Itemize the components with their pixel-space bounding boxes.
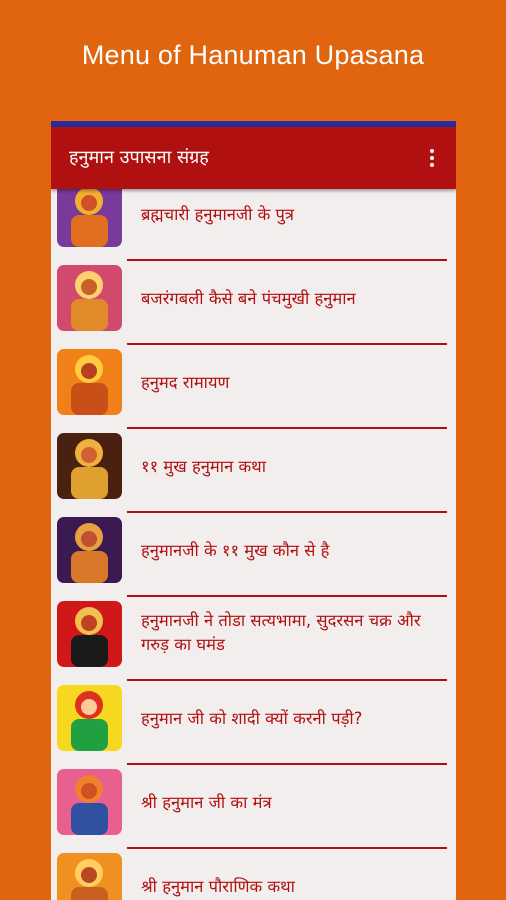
hanuman-image-icon: [57, 853, 122, 900]
list-item-label: ब्रह्मचारी हनुमानजी के पुत्र: [141, 205, 295, 224]
list-item-label: हनुमान जी को शादी क्यों करनी पड़ी?: [141, 709, 363, 728]
promo-title: Menu of Hanuman Upasana: [81, 40, 425, 70]
list-item-label: हनुमानजी के ११ मुख कौन से है: [141, 541, 330, 560]
toolbar-title: हनुमान उपासना संग्रह: [69, 147, 209, 168]
hanuman-image-icon: [57, 517, 122, 583]
app-toolbar: हनुमान उपासना संग्रह: [51, 127, 456, 189]
hanuman-image-icon: [57, 265, 122, 331]
list-item[interactable]: ब्रह्मचारी हनुमानजी के पुत्र: [51, 177, 456, 261]
hanuman-image-icon: [57, 769, 122, 835]
list-item[interactable]: हनुमानजी के ११ मुख कौन से है: [51, 513, 456, 597]
more-vert-icon[interactable]: [426, 149, 438, 171]
hanuman-image-icon: [57, 685, 122, 751]
hanuman-image-icon: [57, 433, 122, 499]
list-item[interactable]: श्री हनुमान जी का मंत्र: [51, 765, 456, 849]
list-item-label: श्री हनुमान पौराणिक कथा: [141, 877, 295, 896]
list-item-label: हनुमानजी ने तोडा सत्यभामा, सुदरसन चक्र औ…: [141, 611, 421, 654]
phone-screen: हनुमान उपासना संग्रह ब्रह्मचारी हनुमानजी…: [51, 121, 456, 900]
list-item-label: बजरंगबली कैसे बने पंचमुखी हनुमान: [141, 289, 356, 308]
hanuman-image-icon: [57, 181, 122, 247]
hanuman-image-icon: [57, 601, 122, 667]
list-item[interactable]: ११ मुख हनुमान कथा: [51, 429, 456, 513]
list-item-label: ११ मुख हनुमान कथा: [141, 457, 266, 476]
list-item[interactable]: बजरंगबली कैसे बने पंचमुखी हनुमान: [51, 261, 456, 345]
list-item[interactable]: हनुमान जी को शादी क्यों करनी पड़ी?: [51, 681, 456, 765]
hanuman-image-icon: [57, 349, 122, 415]
list-item-label: हनुमद रामायण: [141, 373, 230, 392]
list-item-label: श्री हनुमान जी का मंत्र: [141, 793, 272, 812]
list-item[interactable]: श्री हनुमान पौराणिक कथा: [51, 849, 456, 900]
list-item[interactable]: हनुमद रामायण: [51, 345, 456, 429]
list-item[interactable]: हनुमानजी ने तोडा सत्यभामा, सुदरसन चक्र औ…: [51, 597, 456, 681]
